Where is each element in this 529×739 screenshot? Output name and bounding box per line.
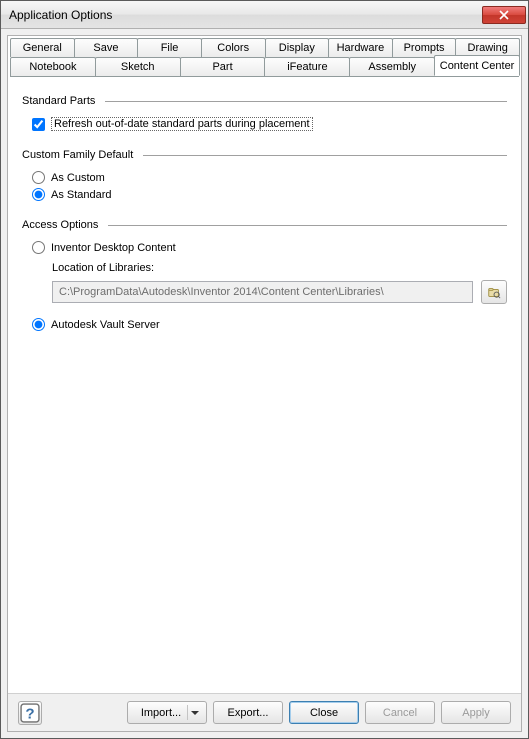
- as-custom-radio[interactable]: [32, 171, 45, 184]
- refresh-label[interactable]: Refresh out-of-date standard parts durin…: [51, 117, 313, 131]
- vault-server-radio[interactable]: [32, 318, 45, 331]
- export-button[interactable]: Export...: [213, 701, 283, 724]
- window-title: Application Options: [9, 8, 482, 22]
- section-title: Standard Parts: [22, 95, 105, 107]
- tab-assembly[interactable]: Assembly: [349, 57, 435, 76]
- tab-content-center[interactable]: Content Center: [434, 55, 520, 76]
- section-standard-parts: Standard Parts Refresh out-of-date stand…: [22, 95, 507, 131]
- as-standard-radio[interactable]: [32, 188, 45, 201]
- tab-hardware[interactable]: Hardware: [328, 38, 393, 57]
- svg-text:?: ?: [25, 705, 34, 722]
- help-icon: ?: [19, 702, 41, 724]
- tab-part[interactable]: Part: [180, 57, 266, 76]
- application-options-window: Application Options GeneralSaveFileColor…: [0, 0, 529, 739]
- tabs: GeneralSaveFileColorsDisplayHardwareProm…: [8, 36, 521, 76]
- close-button[interactable]: Close: [289, 701, 359, 724]
- section-access-options: Access Options Inventor Desktop Content …: [22, 219, 507, 331]
- inventor-desktop-radio[interactable]: [32, 241, 45, 254]
- location-input: [52, 281, 473, 303]
- vault-server-label[interactable]: Autodesk Vault Server: [51, 319, 160, 331]
- tab-content-center: Standard Parts Refresh out-of-date stand…: [8, 77, 521, 693]
- tab-sketch[interactable]: Sketch: [95, 57, 181, 76]
- browse-button[interactable]: [481, 280, 507, 304]
- help-button[interactable]: ?: [18, 701, 42, 725]
- footer: ? Import... Export... Close Cancel Apply: [8, 693, 521, 731]
- tab-file[interactable]: File: [137, 38, 202, 57]
- tab-notebook[interactable]: Notebook: [10, 57, 96, 76]
- tab-save[interactable]: Save: [74, 38, 139, 57]
- refresh-checkbox[interactable]: [32, 118, 45, 131]
- import-button[interactable]: Import...: [127, 701, 207, 724]
- tab-display[interactable]: Display: [265, 38, 330, 57]
- cancel-button[interactable]: Cancel: [365, 701, 435, 724]
- tab-colors[interactable]: Colors: [201, 38, 266, 57]
- section-title: Custom Family Default: [22, 149, 143, 161]
- window-close-button[interactable]: [482, 6, 526, 24]
- location-label: Location of Libraries:: [52, 262, 507, 274]
- client-area: GeneralSaveFileColorsDisplayHardwareProm…: [7, 35, 522, 732]
- section-custom-family: Custom Family Default As Custom As Stand…: [22, 149, 507, 201]
- as-standard-label[interactable]: As Standard: [51, 189, 112, 201]
- tab-ifeature[interactable]: iFeature: [264, 57, 350, 76]
- as-custom-label[interactable]: As Custom: [51, 172, 105, 184]
- browse-icon: [487, 285, 501, 299]
- apply-button[interactable]: Apply: [441, 701, 511, 724]
- inventor-desktop-label[interactable]: Inventor Desktop Content: [51, 242, 176, 254]
- titlebar: Application Options: [1, 1, 528, 29]
- tab-general[interactable]: General: [10, 38, 75, 57]
- section-title: Access Options: [22, 219, 108, 231]
- close-icon: [499, 10, 509, 20]
